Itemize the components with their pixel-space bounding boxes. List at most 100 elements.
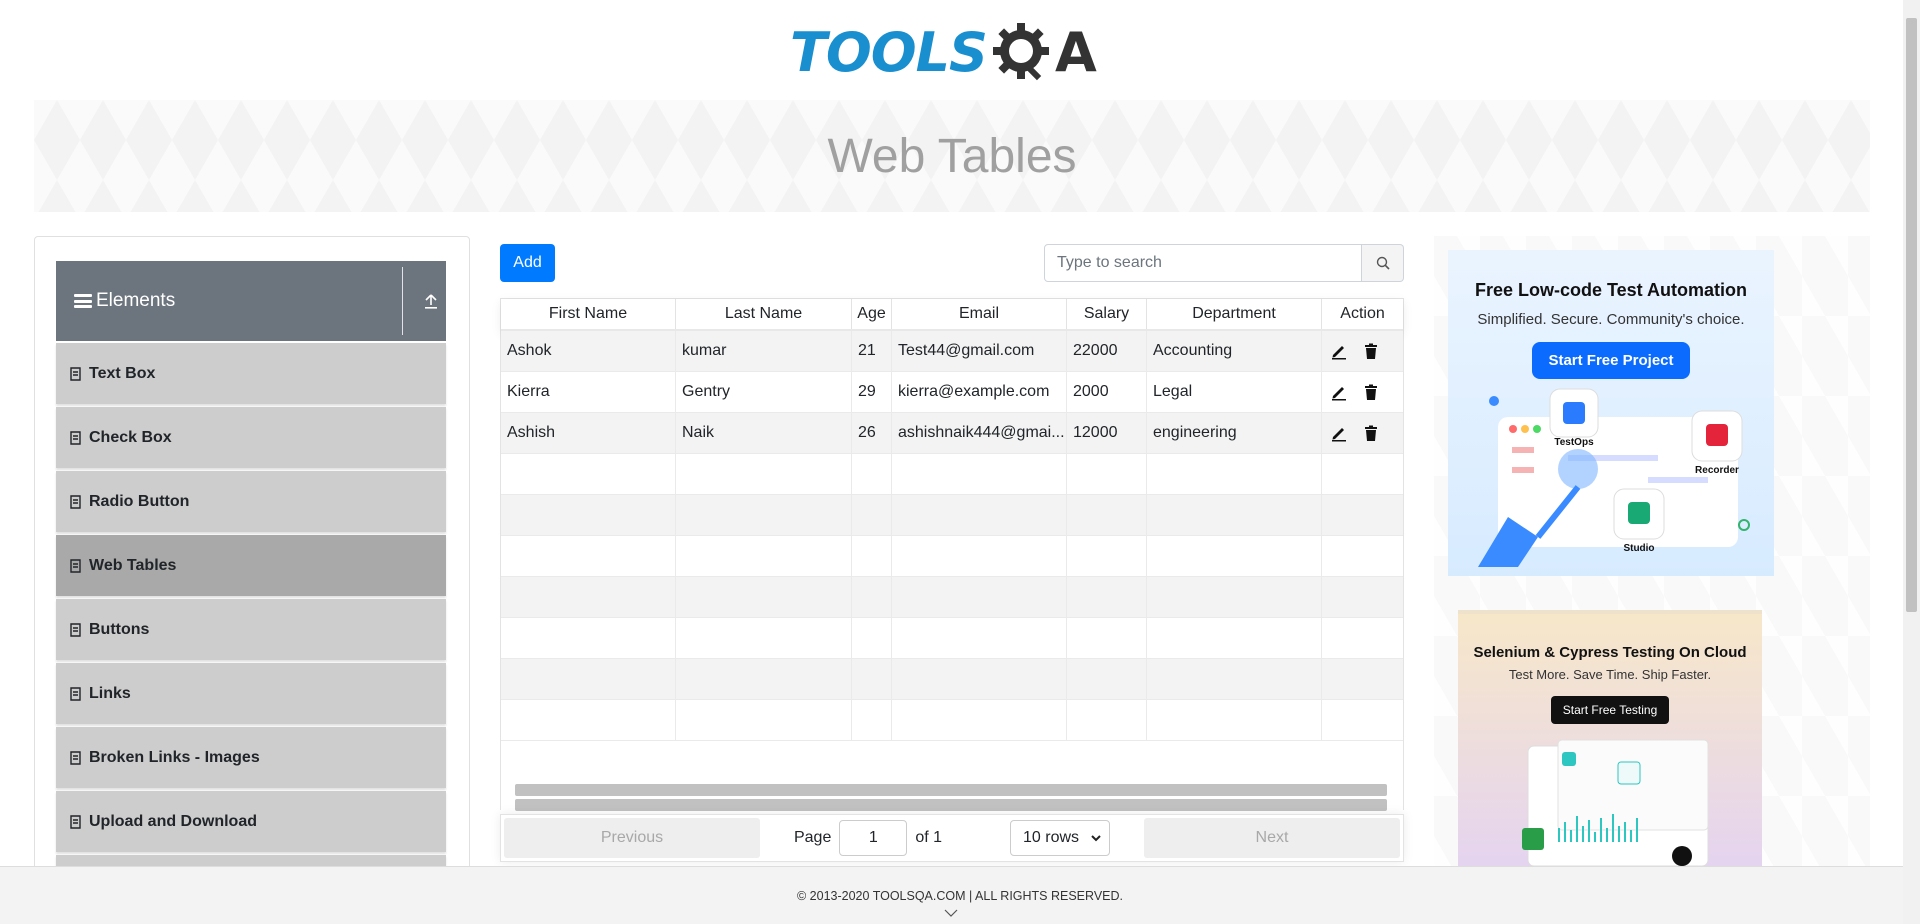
- table-body: Ashok kumar 21 Test44@gmail.com 22000 Account…: [501, 331, 1403, 741]
- rows-per-page-value: 10 rows: [1023, 829, 1080, 846]
- elements-group-header[interactable]: Elements: [56, 261, 446, 341]
- table-row: Ashok kumar 21 Test44@gmail.com 22000 Account…: [501, 331, 1403, 372]
- sidebar-item-broken-links-images[interactable]: Broken Links - Images: [56, 727, 446, 788]
- cell-salary: [1067, 536, 1147, 576]
- cell-age: [852, 536, 892, 576]
- delete-icon[interactable]: [1362, 342, 1380, 360]
- sidebar-item-label: Upload and Download: [89, 812, 257, 830]
- cell-action: [1322, 372, 1403, 412]
- cell-last-name: Gentry: [676, 372, 852, 412]
- sidebar-item-label: Text Box: [89, 364, 156, 382]
- horizontal-scrollbars[interactable]: [501, 783, 1403, 811]
- cell-salary: 2000: [1067, 372, 1147, 412]
- cell-email: [892, 577, 1067, 617]
- cell-age: 29: [852, 372, 892, 412]
- scrollbar-thumb[interactable]: [515, 784, 1387, 796]
- hamburger-icon: [74, 294, 92, 308]
- cell-department: [1147, 618, 1322, 658]
- cell-department: [1147, 577, 1322, 617]
- cell-department: [1147, 659, 1322, 699]
- sidebar-item-label: Buttons: [89, 620, 150, 638]
- cell-age: 21: [852, 331, 892, 371]
- cell-department: Legal: [1147, 372, 1322, 412]
- search-input[interactable]: [1044, 244, 1362, 282]
- cell-action: [1322, 618, 1403, 658]
- delete-icon[interactable]: [1362, 424, 1380, 442]
- start-free-testing-button[interactable]: Start Free Testing: [1550, 696, 1670, 724]
- cell-department: [1147, 454, 1322, 494]
- document-icon: [70, 686, 81, 701]
- page-info: Page 1 of 1 10 rows: [760, 820, 1144, 856]
- document-icon: [70, 814, 81, 829]
- cell-age: 26: [852, 413, 892, 453]
- sidebar-item-web-tables[interactable]: Web Tables: [56, 535, 446, 596]
- cell-last-name: [676, 577, 852, 617]
- column-header-last-name[interactable]: Last Name: [676, 299, 852, 329]
- ads-column: Free Low-code Test Automation Simplified…: [1434, 236, 1870, 876]
- chevron-down-icon: [1091, 835, 1101, 842]
- cell-age: [852, 577, 892, 617]
- chevron-down-icon[interactable]: [944, 909, 958, 917]
- column-header-salary[interactable]: Salary: [1067, 299, 1147, 329]
- sidebar-item-upload-and-download[interactable]: Upload and Download: [56, 791, 446, 852]
- cell-first-name: Ashish: [501, 413, 676, 453]
- scrollbar-thumb[interactable]: [515, 799, 1387, 811]
- table-row: [501, 495, 1403, 536]
- sidebar-item-label: Radio Button: [89, 492, 190, 510]
- toolsqa-logo[interactable]: TOOLS A: [790, 14, 1097, 90]
- cell-action: [1322, 413, 1403, 453]
- edit-icon[interactable]: [1330, 383, 1348, 401]
- cell-age: [852, 618, 892, 658]
- ad1-studio-label: Studio: [1623, 543, 1654, 554]
- page-banner: Web Tables: [34, 100, 1870, 212]
- delete-icon[interactable]: [1362, 383, 1380, 401]
- page-label: Page: [793, 829, 832, 846]
- edit-icon[interactable]: [1330, 342, 1348, 360]
- katalon-ad[interactable]: Free Low-code Test Automation Simplified…: [1448, 250, 1774, 576]
- sidebar-item-check-box[interactable]: Check Box: [56, 407, 446, 468]
- column-header-action[interactable]: Action: [1322, 299, 1403, 329]
- lambdatest-ad[interactable]: Selenium & Cypress Testing On Cloud Test…: [1458, 610, 1762, 876]
- cell-department: [1147, 700, 1322, 740]
- sidebar-item-buttons[interactable]: Buttons: [56, 599, 446, 660]
- sidebar-item-links[interactable]: Links: [56, 663, 446, 724]
- column-header-age[interactable]: Age: [852, 299, 892, 329]
- search-button[interactable]: [1362, 244, 1404, 282]
- column-header-email[interactable]: Email: [892, 299, 1067, 329]
- cell-last-name: [676, 700, 852, 740]
- document-icon: [70, 750, 81, 765]
- ad1-title: Free Low-code Test Automation: [1474, 280, 1747, 300]
- page-scrollbar-thumb[interactable]: [1906, 18, 1917, 612]
- add-button[interactable]: Add: [500, 244, 555, 282]
- web-table: First Name Last Name Age Email Salary De…: [500, 298, 1404, 811]
- cell-action: [1322, 577, 1403, 617]
- column-header-department[interactable]: Department: [1147, 299, 1322, 329]
- cell-email: Test44@gmail.com: [892, 331, 1067, 371]
- cell-first-name: [501, 495, 676, 535]
- collapse-arrow-icon[interactable]: [424, 293, 438, 309]
- cell-department: [1147, 536, 1322, 576]
- page-title: Web Tables: [827, 129, 1077, 183]
- sidebar-item-radio-button[interactable]: Radio Button: [56, 471, 446, 532]
- cell-action: [1322, 495, 1403, 535]
- ad2-illustration: [1522, 739, 1709, 866]
- document-icon: [70, 430, 81, 445]
- table-row: [501, 536, 1403, 577]
- cell-email: ashishnaik444@gmai...: [892, 413, 1067, 453]
- column-header-first-name[interactable]: First Name: [501, 299, 676, 329]
- cell-first-name: [501, 700, 676, 740]
- edit-icon[interactable]: [1330, 424, 1348, 442]
- previous-button[interactable]: Previous: [504, 818, 760, 858]
- page-jump-input[interactable]: 1: [839, 820, 908, 856]
- sidebar-item-text-box[interactable]: Text Box: [56, 343, 446, 404]
- start-free-project-button[interactable]: Start Free Project: [1532, 342, 1690, 379]
- page-scrollbar[interactable]: [1903, 0, 1920, 924]
- cell-first-name: [501, 659, 676, 699]
- ad1-recorder-label: Recorder: [1695, 465, 1739, 476]
- footer: © 2013-2020 TOOLSQA.COM | ALL RIGHTS RES…: [0, 866, 1920, 924]
- next-button[interactable]: Next: [1144, 818, 1400, 858]
- cell-last-name: [676, 454, 852, 494]
- cell-action: [1322, 454, 1403, 494]
- rows-per-page-select[interactable]: 10 rows: [1010, 820, 1111, 856]
- page: TOOLS A Web Tables Elements Text Box Che…: [0, 0, 1920, 924]
